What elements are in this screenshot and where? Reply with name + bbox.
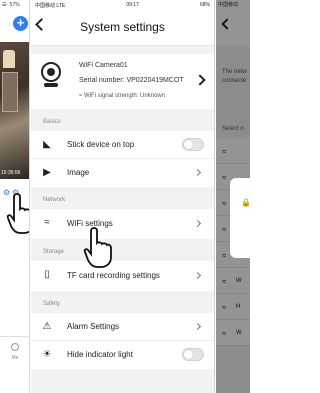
device-info-card[interactable]: WiFi Camera01 Serial number: VP0220419MC… xyxy=(31,54,214,109)
stick-device-toggle[interactable] xyxy=(182,138,204,151)
device-name: WiFi Camera01 xyxy=(79,62,128,69)
next-screen-panel: 中国移动 The netw connecte Select n ≈ ≈ ≈ ≈I… xyxy=(216,0,250,393)
pin-top-icon: ◣ xyxy=(43,139,51,150)
battery-level: 68% xyxy=(199,2,210,8)
hide-indicator-light-row[interactable]: ☀ Hide indicator light xyxy=(31,341,214,369)
alarm-bell-icon: ⚠ xyxy=(42,321,52,332)
device-serial: Serial number: VP0220419MCOT xyxy=(79,77,184,84)
screenshot-stage: ☰· 57% + 15:36:56 ⚙⚙ Me 中国移动 LTE 09:17 6… xyxy=(0,0,250,393)
clock: 09:17 xyxy=(126,2,139,8)
add-device-button[interactable]: + xyxy=(13,16,28,31)
chevron-right-icon xyxy=(193,322,202,331)
hide-indicator-toggle[interactable] xyxy=(182,348,204,361)
chevron-right-icon xyxy=(194,74,206,86)
section-header-network: Network xyxy=(43,197,66,203)
chevron-right-icon xyxy=(193,168,202,177)
stick-device-on-top-row[interactable]: ◣ Stick device on top xyxy=(31,131,214,159)
section-header-safety: Safety xyxy=(43,301,61,307)
tap-hand-icon xyxy=(6,192,29,234)
section-header-basics: Basics xyxy=(43,119,61,125)
sd-card-icon: ▯ xyxy=(44,269,50,280)
tf-card-recording-row[interactable]: ▯ TF card recording settings xyxy=(31,261,214,291)
image-row[interactable]: ▶ Image xyxy=(31,159,214,187)
tf-card-label: TF card recording settings xyxy=(67,271,160,280)
status-bar: 中国移动 LTE 09:17 68% xyxy=(31,0,214,10)
preview-wall-art xyxy=(2,72,18,112)
carrier-label: 中国移动 LTE xyxy=(35,2,66,9)
camera-icon xyxy=(40,62,62,88)
wifi-icon: ≈ xyxy=(44,217,50,228)
navigation-bar: System settings xyxy=(31,10,214,46)
system-settings-screen: 中国移动 LTE 09:17 68% System settings WiFi … xyxy=(31,0,215,393)
left-nav-bar: + xyxy=(0,10,29,37)
wifi-signal-status: ≈ WiFi signal strength: Unknown xyxy=(79,93,166,99)
tab-me[interactable]: Me xyxy=(0,343,29,361)
password-dialog xyxy=(230,178,250,258)
page-title: System settings xyxy=(80,20,165,34)
network-group: ≈ WiFi settings xyxy=(31,209,214,239)
lock-icon: 🔒 xyxy=(241,198,250,207)
chevron-right-icon xyxy=(193,219,202,228)
basics-group: ◣ Stick device on top ▶ Image xyxy=(31,131,214,187)
image-icon: ▶ xyxy=(43,167,51,178)
wifi-signal-text: WiFi signal strength: Unknown xyxy=(83,93,166,99)
light-icon: ☀ xyxy=(42,349,52,360)
wifi-settings-row[interactable]: ≈ WiFi settings xyxy=(31,209,214,239)
image-label: Image xyxy=(67,168,90,177)
alarm-settings-label: Alarm Settings xyxy=(67,322,120,331)
tab-me-label: Me xyxy=(11,355,19,361)
tabbar-divider xyxy=(0,336,29,337)
storage-group: ▯ TF card recording settings xyxy=(31,261,214,291)
hide-indicator-label: Hide indicator light xyxy=(67,350,133,359)
person-icon xyxy=(11,343,19,351)
preview-timestamp: 15:36:56 xyxy=(1,170,21,176)
preview-lamp xyxy=(3,50,15,68)
previous-screen-panel: ☰· 57% + 15:36:56 ⚙⚙ Me xyxy=(0,0,30,393)
left-status-bar: ☰· 57% xyxy=(2,2,20,8)
chevron-right-icon xyxy=(193,271,202,280)
alarm-settings-row[interactable]: ⚠ Alarm Settings xyxy=(31,313,214,341)
tap-hand-icon xyxy=(83,226,113,268)
section-header-storage: Storage xyxy=(43,249,65,255)
stick-device-label: Stick device on top xyxy=(67,140,135,149)
safety-group: ⚠ Alarm Settings ☀ Hide indicator light xyxy=(31,313,214,369)
